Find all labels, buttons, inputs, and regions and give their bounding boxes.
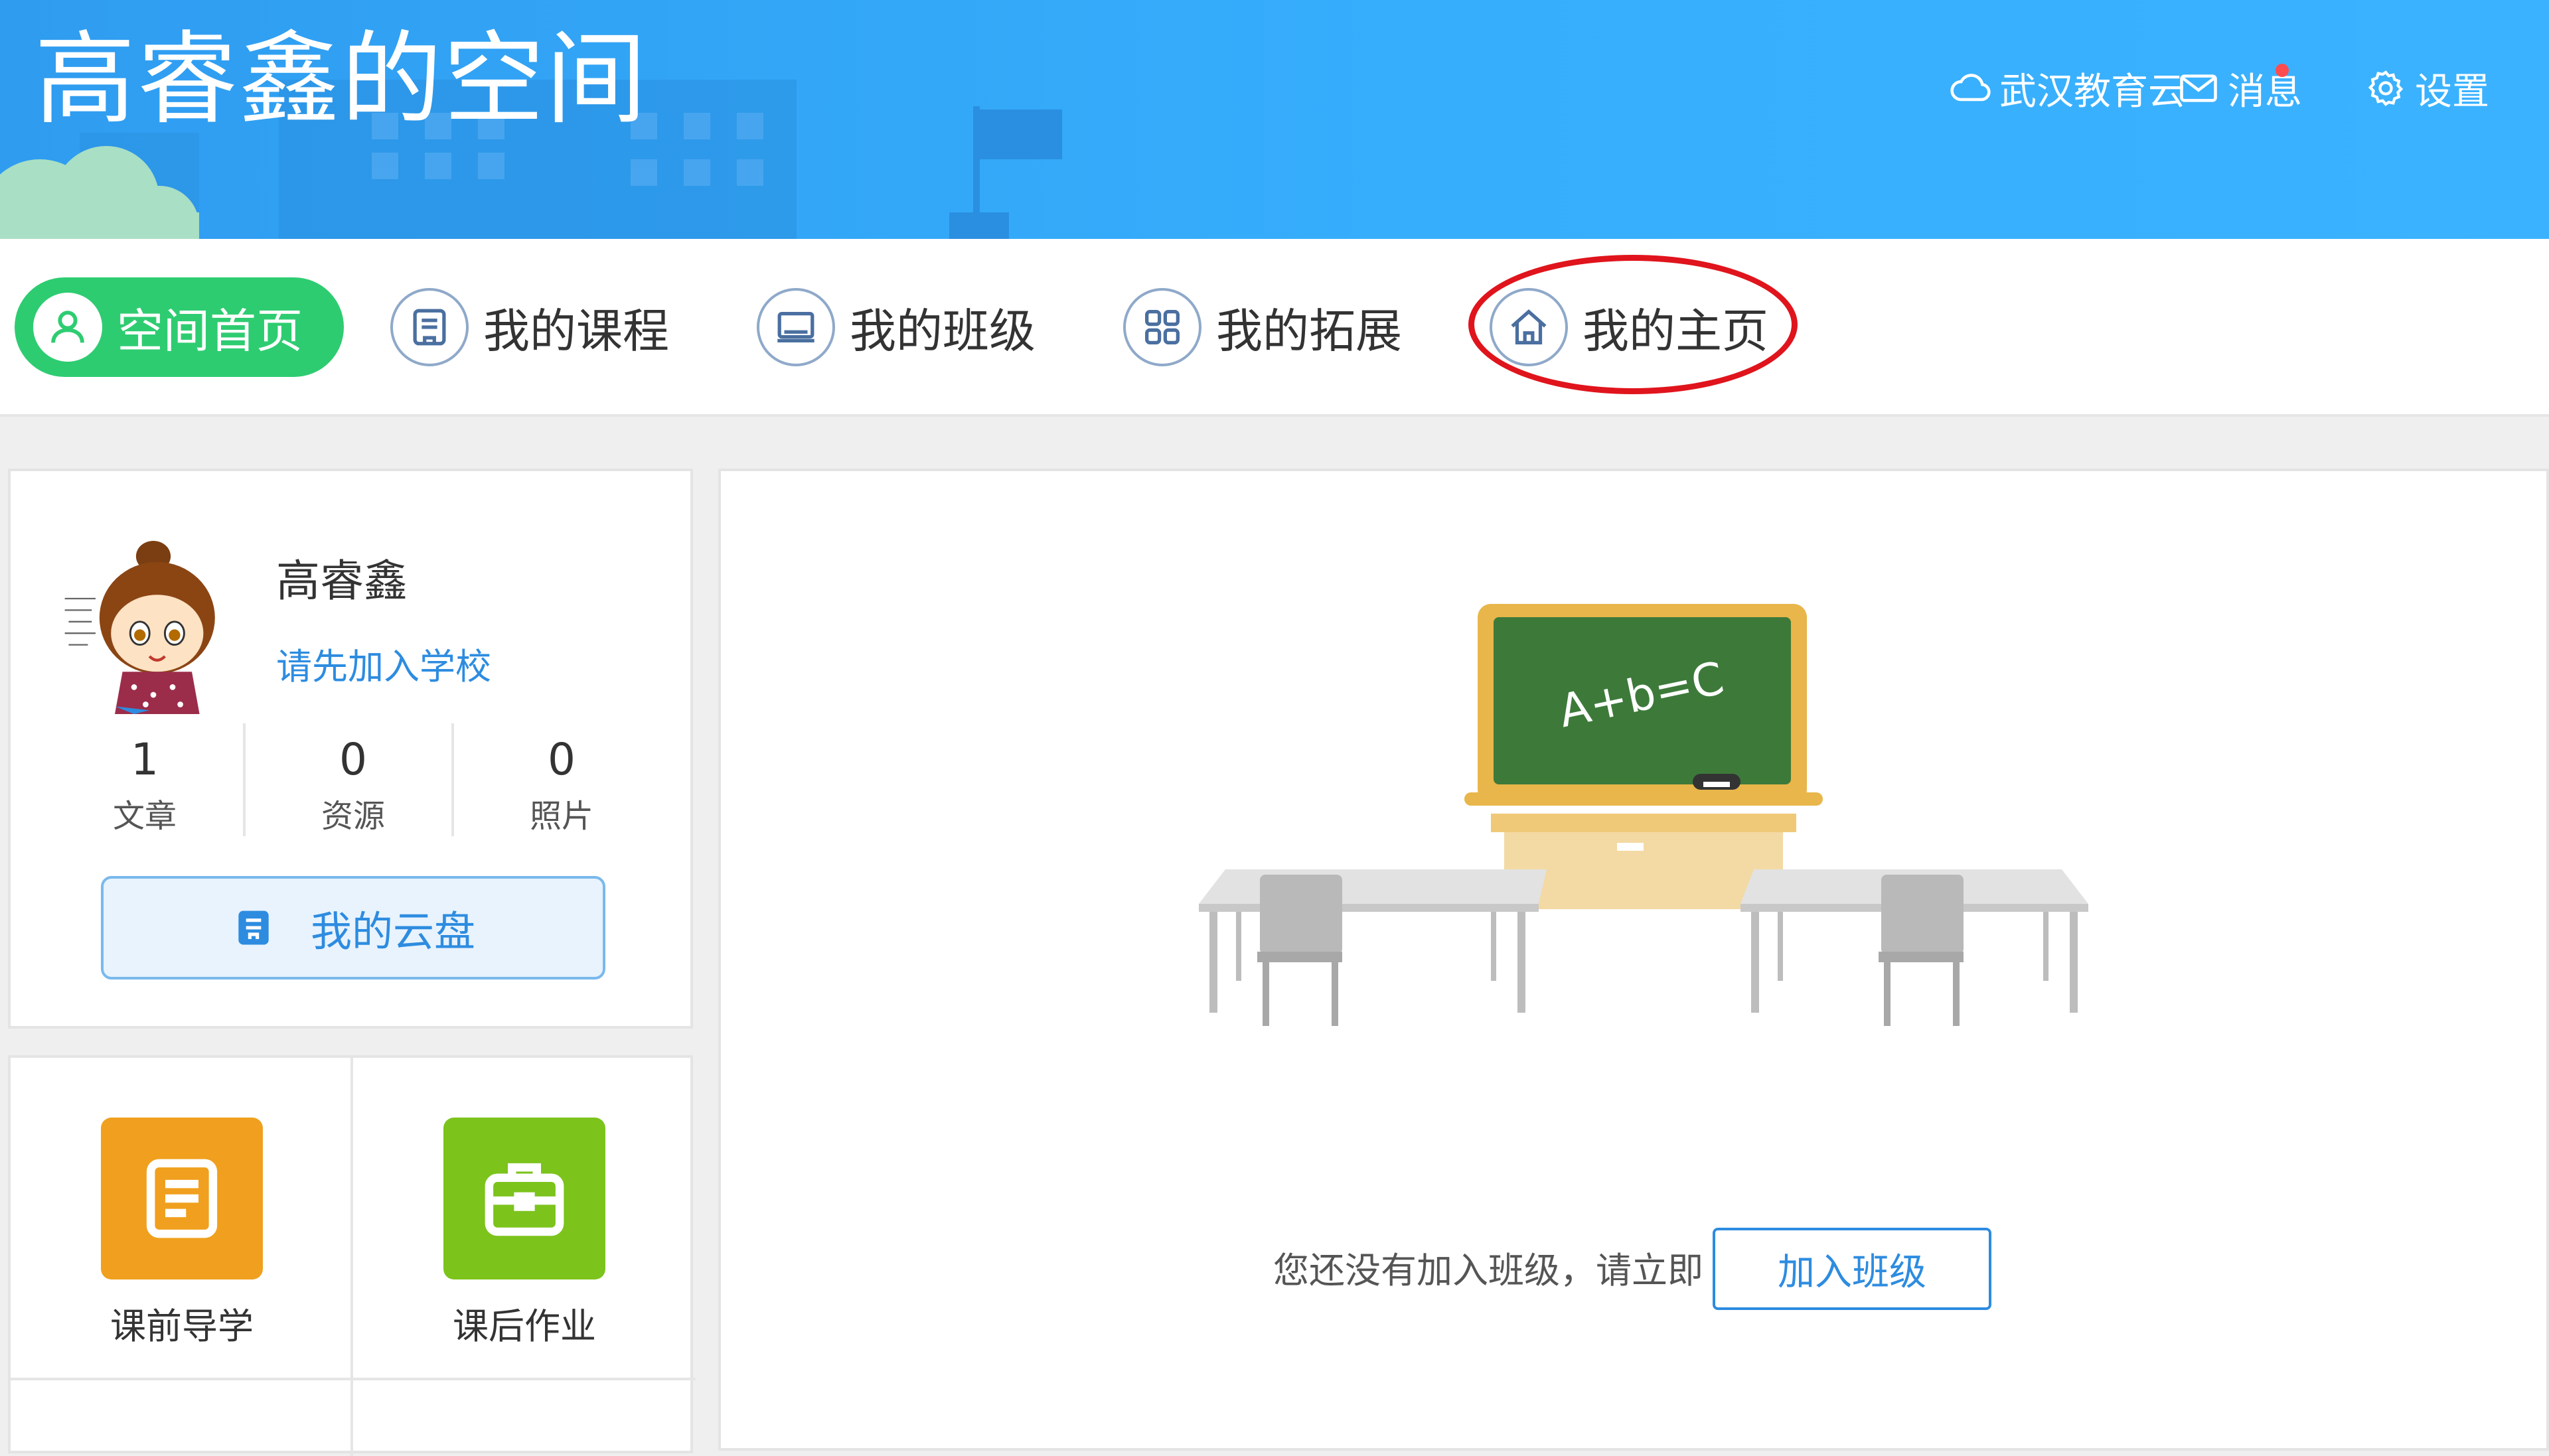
nav-my-homepage[interactable]: 我的主页 (1490, 277, 1768, 377)
gear-icon (2368, 70, 2404, 106)
stat-value: 0 (339, 734, 367, 785)
stat-label: 文章 (112, 798, 177, 835)
main-nav: 空间首页 我的课程 我的班级 我的拓展 我的主页 (0, 239, 2549, 417)
stat-divider (243, 723, 246, 836)
nav-label: 我的拓展 (1216, 303, 1402, 358)
stat-articles[interactable]: 1 文章 (45, 727, 244, 839)
document-icon (146, 1159, 218, 1238)
stat-photos[interactable]: 0 照片 (462, 727, 661, 839)
disk-icon (238, 910, 269, 945)
settings-label: 设置 (2415, 70, 2489, 113)
grid-icon (1123, 288, 1201, 366)
stat-value: 1 (131, 734, 159, 785)
app-pre-class-guide[interactable]: 课前导学 (96, 1118, 268, 1349)
apps-panel: 课前导学 课后作业 (8, 1055, 696, 1456)
nav-my-class[interactable]: 我的班级 (757, 277, 1036, 377)
nav-label: 我的班级 (850, 303, 1036, 358)
wuhan-education-cloud-label: 武汉教育云 (1999, 70, 2185, 113)
stat-resources[interactable]: 0 资源 (254, 727, 453, 839)
app-homework[interactable]: 课后作业 (438, 1118, 611, 1349)
divider (11, 1378, 696, 1380)
join-class-button[interactable]: 加入班级 (1713, 1228, 1991, 1310)
divider (350, 1058, 353, 1456)
nav-label: 我的主页 (1583, 303, 1768, 358)
nav-label: 空间首页 (117, 303, 303, 358)
nav-my-extensions[interactable]: 我的拓展 (1123, 277, 1402, 377)
header-banner: 高睿鑫的空间 武汉教育云 消息 设置 (0, 0, 2549, 239)
notification-dot (2276, 64, 2289, 77)
app-label: 课后作业 (453, 1305, 596, 1347)
no-class-message: 您还没有加入班级，请立即 (1273, 1250, 1703, 1291)
user-icon (33, 293, 102, 362)
wuhan-education-cloud-link[interactable]: 武汉教育云 (1948, 58, 2185, 118)
home-icon (1490, 288, 1568, 366)
course-icon (390, 288, 469, 366)
messages-label: 消息 (2228, 70, 2302, 113)
user-name: 高睿鑫 (276, 555, 408, 607)
app-tile (101, 1118, 263, 1279)
classroom-illustration: A+b=C (1199, 604, 2088, 1026)
monitor-icon (757, 288, 835, 366)
class-content-panel: A+b=C 您还没有加入班级，请立即 加入班级 (718, 469, 2549, 1451)
space-title: 高睿鑫的空间 (35, 21, 648, 138)
my-cloud-disk-button[interactable]: 我的云盘 (101, 876, 605, 980)
join-school-link[interactable]: 请先加入学校 (276, 637, 491, 690)
settings-link[interactable]: 设置 (2363, 58, 2489, 118)
stat-value: 0 (548, 734, 576, 785)
nav-my-courses[interactable]: 我的课程 (390, 277, 669, 377)
mail-icon (2180, 74, 2217, 102)
cloud-icon (1950, 74, 1991, 102)
profile-card: 高睿鑫 请先加入学校 1 文章 0 资源 0 照片 我的云盘 (8, 469, 693, 1029)
stat-label: 资源 (321, 798, 385, 835)
stat-label: 照片 (529, 798, 593, 835)
nav-space-home[interactable]: 空间首页 (15, 277, 344, 377)
app-tile (443, 1118, 605, 1279)
my-cloud-disk-label: 我的云盘 (310, 907, 475, 956)
app-label: 课前导学 (110, 1305, 254, 1347)
avatar[interactable] (57, 522, 250, 714)
nav-label: 我的课程 (483, 303, 669, 358)
stat-divider (451, 723, 454, 836)
briefcase-icon (485, 1163, 564, 1236)
